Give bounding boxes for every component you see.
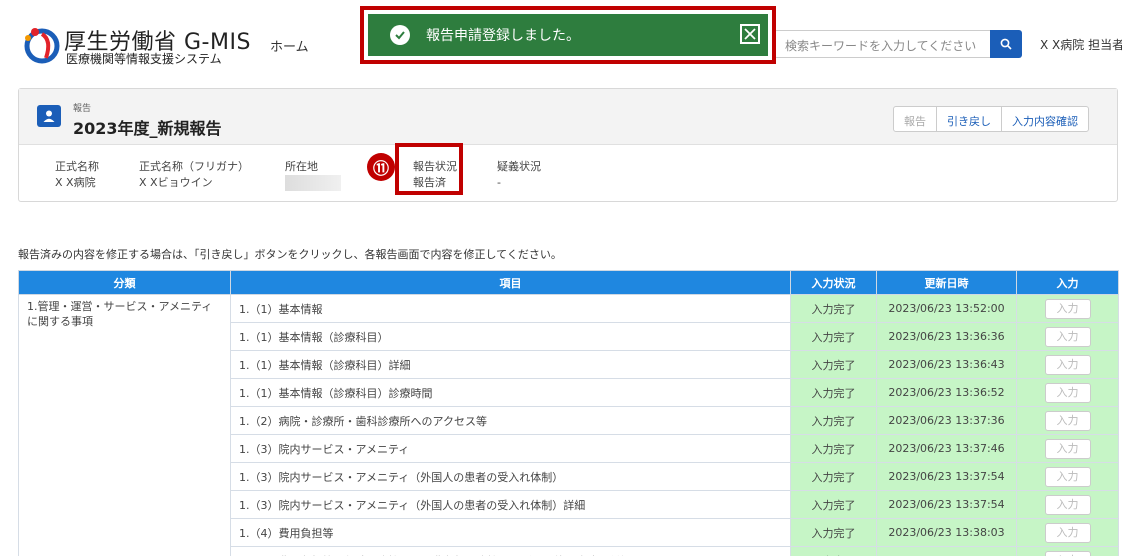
- input-cell: 入力: [1016, 322, 1119, 351]
- column-header-input: 入力: [1016, 270, 1119, 295]
- updated-cell: 2023/06/23 13:37:54: [876, 490, 1017, 519]
- instruction-text: 報告済みの内容を修正する場合は、「引き戻し」ボタンをクリックし、各報告画面で内容…: [18, 248, 562, 261]
- report-status-value: 報告済: [413, 176, 446, 189]
- item-cell: 1.（1）基本情報（診療科目）詳細: [230, 350, 791, 379]
- check-circle-icon: [390, 25, 410, 45]
- report-status-label: 報告状況: [413, 160, 457, 173]
- status-cell: 入力完了: [790, 350, 877, 379]
- item-cell: 1.（3）院内サービス・アメニティ: [230, 434, 791, 463]
- column-header-updated: 更新日時: [876, 270, 1017, 295]
- updated-cell: 2023/06/23 13:38:12: [876, 546, 1017, 556]
- updated-cell: 2023/06/23 13:38:03: [876, 518, 1017, 547]
- withdraw-button[interactable]: 引き戻し: [936, 107, 1001, 131]
- item-cell: 1.（1）基本情報（診療科目）: [230, 322, 791, 351]
- official-name-kana-field: 正式名称（フリガナ） X Xビョウイン: [139, 159, 249, 191]
- updated-cell: 2023/06/23 13:37:36: [876, 406, 1017, 435]
- item-cell: 1.（2）病院・診療所・歯科診療所へのアクセス等: [230, 406, 791, 435]
- nav-home-link[interactable]: ホーム: [270, 36, 309, 55]
- input-button[interactable]: 入力: [1044, 438, 1091, 459]
- close-icon[interactable]: [740, 24, 760, 44]
- report-button[interactable]: 報告: [894, 107, 936, 131]
- input-cell: 入力: [1016, 434, 1119, 463]
- item-cell: 1.（3）院内サービス・アメニティ（外国人の患者の受入れ体制）詳細: [230, 490, 791, 519]
- updated-cell: 2023/06/23 13:37:46: [876, 434, 1017, 463]
- report-action-buttons: 報告 引き戻し 入力内容確認: [893, 106, 1089, 132]
- input-cell: 入力: [1016, 546, 1119, 556]
- report-title: 2023年度_新規報告: [73, 119, 222, 138]
- status-cell: 入力完了: [790, 462, 877, 491]
- search-input[interactable]: 検索キーワードを入力してください: [774, 30, 990, 58]
- report-kicker: 報告: [73, 104, 92, 114]
- address-label: 所在地: [285, 160, 318, 173]
- status-cell: 入力完了: [790, 546, 877, 556]
- search-button[interactable]: [990, 30, 1022, 58]
- input-button[interactable]: 入力: [1044, 326, 1091, 347]
- doubt-status-value: -: [497, 176, 501, 189]
- official-name-value: X X病院: [55, 176, 96, 189]
- input-button[interactable]: 入力: [1044, 410, 1091, 431]
- updated-cell: 2023/06/23 13:52:00: [876, 294, 1017, 323]
- input-button[interactable]: 入力: [1044, 494, 1091, 515]
- input-button[interactable]: 入力: [1044, 354, 1091, 375]
- report-card: 報告 2023年度_新規報告 報告 引き戻し 入力内容確認 正式名称 X X病院…: [18, 88, 1118, 202]
- app-subtitle: 医療機関等情報支援システム: [66, 52, 222, 66]
- status-cell: 入力完了: [790, 378, 877, 407]
- updated-cell: 2023/06/23 13:36:36: [876, 322, 1017, 351]
- official-name-field: 正式名称 X X病院: [55, 159, 99, 191]
- input-button[interactable]: 入力: [1044, 550, 1091, 556]
- address-redacted: [285, 175, 341, 191]
- success-toast: 報告申請登録しました。: [368, 14, 768, 56]
- official-name-label: 正式名称: [55, 160, 99, 173]
- table-header-row: 分類 項目 入力状況 更新日時 入力: [18, 270, 1119, 295]
- search-icon: [1000, 38, 1012, 50]
- doubt-status-field: 疑義状況 -: [497, 159, 541, 191]
- status-cell: 入力完了: [790, 406, 877, 435]
- input-cell: 入力: [1016, 518, 1119, 547]
- official-name-kana-value: X Xビョウイン: [139, 176, 213, 189]
- report-items-table: 分類 項目 入力状況 更新日時 入力 1.管理・運営・サービス・アメニティに関す…: [18, 270, 1119, 556]
- item-cell: 1.（4）費用負担等（保険医療機関、公費負担医療機関及びその他の病院の種類）: [230, 546, 791, 556]
- input-cell: 入力: [1016, 406, 1119, 435]
- status-cell: 入力完了: [790, 294, 877, 323]
- status-cell: 入力完了: [790, 434, 877, 463]
- toast-highlight-frame: 報告申請登録しました。: [360, 6, 776, 64]
- input-button[interactable]: 入力: [1044, 522, 1091, 543]
- step-marker-badge: ⑪: [367, 153, 395, 181]
- updated-cell: 2023/06/23 13:37:54: [876, 462, 1017, 491]
- item-cell: 1.（3）院内サービス・アメニティ（外国人の患者の受入れ体制）: [230, 462, 791, 491]
- status-cell: 入力完了: [790, 322, 877, 351]
- doubt-status-label: 疑義状況: [497, 160, 541, 173]
- status-cell: 入力完了: [790, 518, 877, 547]
- updated-cell: 2023/06/23 13:36:43: [876, 350, 1017, 379]
- mhlw-logo-icon[interactable]: [22, 24, 62, 64]
- input-cell: 入力: [1016, 350, 1119, 379]
- report-status-field: 報告状況 報告済: [413, 159, 457, 191]
- column-header-status: 入力状況: [790, 270, 877, 295]
- input-cell: 入力: [1016, 378, 1119, 407]
- status-cell: 入力完了: [790, 490, 877, 519]
- input-button[interactable]: 入力: [1044, 298, 1091, 319]
- person-icon: [37, 105, 61, 127]
- input-button[interactable]: 入力: [1044, 466, 1091, 487]
- category-cell: 1.管理・運営・サービス・アメニティに関する事項: [18, 294, 231, 556]
- updated-cell: 2023/06/23 13:36:52: [876, 378, 1017, 407]
- user-menu[interactable]: X X病院 担当者: [1040, 36, 1122, 53]
- input-cell: 入力: [1016, 490, 1119, 519]
- input-button[interactable]: 入力: [1044, 382, 1091, 403]
- table-row: 1.管理・運営・サービス・アメニティに関する事項 1.（1）基本情報 入力完了 …: [18, 294, 1119, 556]
- toast-message: 報告申請登録しました。: [426, 28, 580, 44]
- item-cell: 1.（1）基本情報: [230, 294, 791, 323]
- column-header-item: 項目: [230, 270, 791, 295]
- official-name-kana-label: 正式名称（フリガナ）: [139, 160, 249, 173]
- input-cell: 入力: [1016, 462, 1119, 491]
- report-card-header: 報告 2023年度_新規報告 報告 引き戻し 入力内容確認: [19, 89, 1117, 145]
- input-cell: 入力: [1016, 294, 1119, 323]
- item-cell: 1.（4）費用負担等: [230, 518, 791, 547]
- item-cell: 1.（1）基本情報（診療科目）診療時間: [230, 378, 791, 407]
- confirm-input-button[interactable]: 入力内容確認: [1001, 107, 1088, 131]
- address-field: 所在地: [285, 159, 318, 175]
- column-header-category: 分類: [18, 270, 231, 295]
